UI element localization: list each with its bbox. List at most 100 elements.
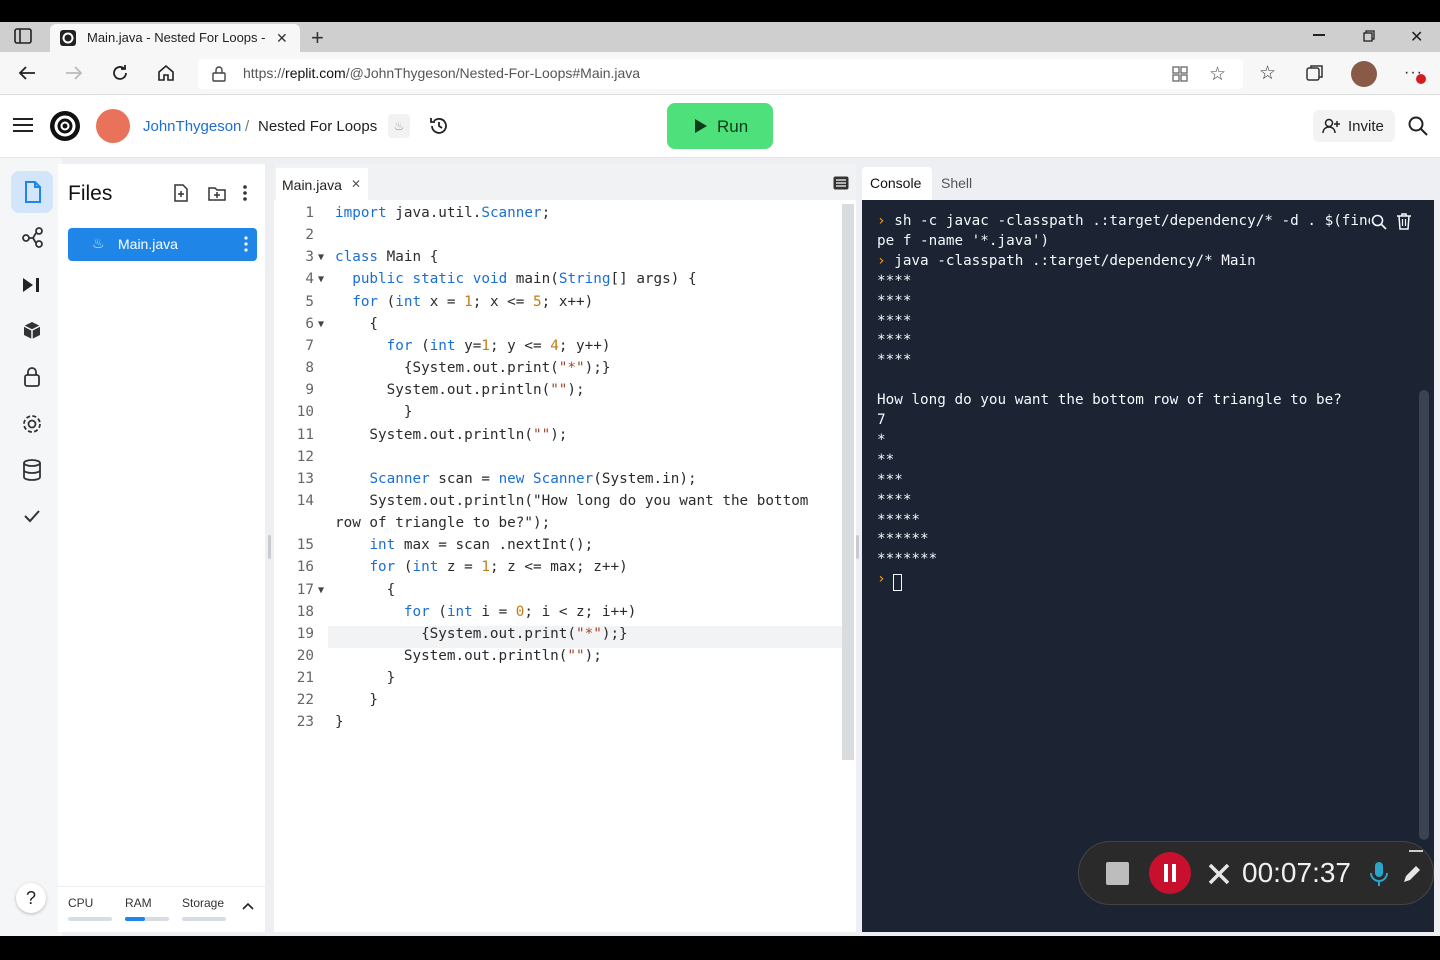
console-line-text: ****** bbox=[877, 531, 929, 548]
console-line-text: **** bbox=[877, 332, 912, 349]
code-line: row of triangle to be?"); bbox=[335, 515, 551, 532]
fold-toggle-icon[interactable]: ▼ bbox=[318, 585, 324, 596]
tab-shell[interactable]: Shell bbox=[941, 175, 972, 191]
add-favorite-icon[interactable]: ☆ bbox=[1209, 63, 1226, 86]
hamburger-menu-icon[interactable] bbox=[13, 117, 33, 133]
back-icon[interactable] bbox=[17, 63, 37, 83]
database-icon[interactable] bbox=[11, 449, 53, 491]
cancel-recording-icon[interactable] bbox=[1207, 862, 1231, 886]
expand-resources-icon[interactable] bbox=[242, 902, 254, 910]
url-field[interactable]: https://replit.com/@JohnThygeson/Nested-… bbox=[198, 59, 1243, 89]
app-available-icon[interactable] bbox=[1172, 66, 1188, 82]
stop-recording-button[interactable] bbox=[1106, 862, 1129, 885]
run-button[interactable]: Run bbox=[667, 103, 773, 149]
minimize-recorder-icon[interactable] bbox=[1409, 850, 1423, 852]
replit-logo-icon[interactable] bbox=[48, 109, 82, 143]
console-line: ** bbox=[877, 452, 894, 468]
version-control-icon[interactable] bbox=[11, 217, 53, 259]
console-line: ******* bbox=[877, 551, 937, 567]
fold-toggle-icon[interactable]: ▼ bbox=[318, 252, 324, 263]
console-line: *** bbox=[877, 472, 903, 488]
code-line: class Main { bbox=[335, 249, 439, 266]
user-avatar[interactable] bbox=[96, 109, 130, 143]
console-line-text: **** bbox=[877, 312, 912, 329]
notification-badge bbox=[1416, 74, 1426, 84]
settings-gear-icon[interactable] bbox=[11, 403, 53, 445]
packages-icon[interactable] bbox=[11, 310, 53, 352]
console-line-text: ** bbox=[877, 451, 895, 468]
window-menu-icon[interactable] bbox=[14, 28, 32, 44]
profile-avatar[interactable] bbox=[1351, 61, 1377, 87]
play-icon bbox=[695, 119, 707, 133]
repl-name[interactable]: Nested For Loops bbox=[258, 118, 377, 135]
console-output[interactable]: › sh -c javac -classpath .:target/depend… bbox=[862, 200, 1434, 932]
fold-toggle-icon[interactable]: ▼ bbox=[318, 274, 324, 285]
add-file-icon[interactable] bbox=[173, 184, 189, 202]
close-tab-icon[interactable]: ✕ bbox=[276, 30, 288, 47]
java-file-icon: ♨ bbox=[92, 235, 105, 251]
console-line: * bbox=[877, 432, 886, 448]
prompt-chevron-icon: › bbox=[877, 571, 886, 588]
console-line-text: ***** bbox=[877, 511, 921, 528]
console-line-text: How long do you want the bottom row of t… bbox=[877, 392, 1342, 409]
lock-icon bbox=[212, 66, 226, 82]
history-icon[interactable] bbox=[428, 115, 450, 137]
close-editor-tab-icon[interactable]: ✕ bbox=[351, 177, 361, 191]
add-person-icon bbox=[1322, 118, 1340, 134]
code-line: { bbox=[335, 315, 379, 332]
code-line: for (int y=1; y <= 4; y++) bbox=[386, 337, 611, 354]
storage-label: Storage bbox=[182, 896, 225, 910]
console-line-text: ******* bbox=[877, 551, 938, 568]
fold-toggle-icon[interactable]: ▼ bbox=[318, 319, 324, 330]
owner-link[interactable]: JohnThygeson bbox=[143, 118, 241, 135]
microphone-icon[interactable] bbox=[1369, 861, 1389, 887]
home-icon[interactable] bbox=[156, 63, 176, 83]
search-icon[interactable] bbox=[1408, 116, 1428, 136]
code-line: System.out.println("How long do you want… bbox=[335, 492, 809, 509]
reload-icon[interactable] bbox=[110, 63, 130, 83]
invite-label: Invite bbox=[1348, 118, 1384, 135]
new-tab-icon[interactable]: + bbox=[311, 25, 324, 51]
code-line: } bbox=[335, 404, 413, 421]
favorites-icon[interactable]: ☆ bbox=[1259, 62, 1276, 85]
storage-meter bbox=[182, 917, 226, 921]
pane-resize-handle[interactable] bbox=[856, 535, 859, 559]
code-line: System.out.println(""); bbox=[335, 426, 568, 443]
editor-layout-icon[interactable] bbox=[833, 176, 849, 190]
pen-annotate-icon[interactable] bbox=[1401, 863, 1421, 885]
forward-icon[interactable] bbox=[64, 63, 84, 83]
console-line-text: **** bbox=[877, 352, 912, 369]
pause-recording-button[interactable] bbox=[1149, 852, 1191, 894]
console-line: **** bbox=[877, 293, 911, 309]
console-line: **** bbox=[877, 273, 911, 289]
file-more-icon[interactable] bbox=[244, 236, 248, 252]
console-line-text: sh -c javac -classpath .:target/dependen… bbox=[894, 213, 1377, 229]
files-more-icon[interactable] bbox=[242, 184, 248, 202]
invite-button[interactable]: Invite bbox=[1313, 110, 1395, 142]
console-scrollbar[interactable] bbox=[1419, 390, 1429, 840]
close-window-icon[interactable]: ✕ bbox=[1410, 27, 1423, 47]
collections-icon[interactable] bbox=[1306, 64, 1324, 82]
browser-tab[interactable]: Main.java - Nested For Loops - R ✕ bbox=[50, 24, 300, 52]
help-icon[interactable]: ? bbox=[16, 883, 46, 913]
console-line: ***** bbox=[877, 512, 920, 528]
editor-scrollbar[interactable] bbox=[842, 204, 854, 760]
unit-tests-check-icon[interactable] bbox=[11, 495, 53, 537]
clear-console-trash-icon[interactable] bbox=[1396, 212, 1412, 230]
debugger-icon[interactable] bbox=[11, 264, 53, 306]
console-search-icon[interactable] bbox=[1370, 213, 1388, 231]
pane-resize-handle-left[interactable] bbox=[268, 535, 271, 559]
files-tool-button[interactable] bbox=[11, 171, 53, 213]
console-line-text: *** bbox=[877, 471, 903, 488]
restore-icon[interactable] bbox=[1363, 30, 1375, 42]
editor-tab-main-java[interactable]: Main.java ✕ bbox=[276, 168, 368, 200]
line-number: 4 bbox=[305, 271, 314, 288]
code-line: int max = scan .nextInt(); bbox=[369, 537, 594, 554]
secrets-lock-icon[interactable] bbox=[11, 356, 53, 398]
minimize-icon[interactable] bbox=[1313, 34, 1325, 36]
add-folder-icon[interactable] bbox=[208, 185, 226, 201]
code-line: import java.util.Scanner; bbox=[335, 205, 551, 221]
tool-rail: ? bbox=[0, 158, 62, 936]
file-item-main-java[interactable]: ♨ Main.java bbox=[68, 228, 257, 261]
replit-favicon-icon bbox=[60, 30, 76, 46]
